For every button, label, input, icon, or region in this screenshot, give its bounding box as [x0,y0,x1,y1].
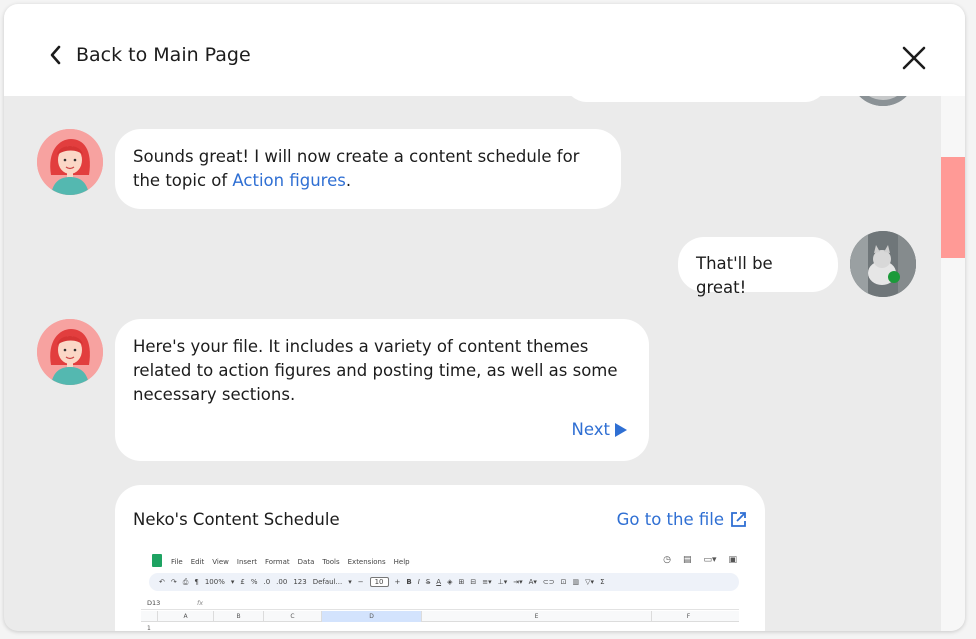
font-size-input: 10 [369,577,389,587]
chat-thread[interactable]: Sounds great! I will now create a conten… [4,96,941,631]
topic-link[interactable]: Action figures [232,171,345,190]
sheet-menu-bar: File Edit View Insert Format Data Tools … [141,553,739,569]
strikethrough-icon: S̶ [425,578,431,586]
formula-bar: D13 fx [141,597,739,610]
plus-icon: + [394,578,401,586]
sheet-menu-item: View [212,558,229,566]
cat-photo-icon [850,96,916,106]
sheet-menu-item: Insert [236,558,257,566]
previous-user-bubble [564,96,828,102]
column-header: E [421,611,651,622]
sheets-logo-icon [152,554,162,567]
rotate-icon: A▾ [528,578,537,586]
merge-icon: ⊟ [470,578,477,586]
number-format: 123 [293,578,307,586]
column-headers: A B C D E F [141,611,739,622]
file-card: Neko's Content Schedule Go to the file F… [115,485,765,631]
header: Back to Main Page [4,4,965,96]
fx-label: fx [197,599,204,607]
user-message-text: That'll be great! [696,254,773,297]
currency-format: £ [240,578,245,586]
file-title: Neko's Content Schedule [133,510,340,529]
scrollbar-thumb[interactable] [941,157,965,258]
user-message-bubble: That'll be great! [678,237,838,297]
play-right-icon [615,422,627,437]
sheet-menu-item: Data [297,558,315,566]
next-label: Next [571,420,610,439]
video-call-icon: ▭▾ [703,555,717,565]
column-header: A [157,611,213,622]
sheet-menu-item: Extensions [347,558,386,566]
dropdown-caret-icon: ▾ [348,578,352,586]
increase-decimal: .00 [276,578,288,586]
back-to-main-button[interactable]: Back to Main Page [48,44,251,66]
percent-format: % [250,578,258,586]
close-icon[interactable] [900,44,928,72]
borders-icon: ⊞ [458,578,465,586]
text-color-icon: A [436,578,442,586]
cell-reference: D13 [147,599,161,607]
bot-file-message-bubble: Here's your file. It includes a variety … [115,319,649,461]
sheet-toolbar: ↶ ↷ ⎙ ¶ 100% ▾ £ % .0 .00 123 Defaul... … [149,573,739,591]
sheet-menu-item: Help [393,558,410,566]
font-select: Defaul... [312,578,343,586]
comment-icon: ▤ [682,555,692,565]
paint-format-icon: ¶ [194,578,199,586]
column-header: C [263,611,321,622]
assistant-girl-icon [37,319,103,385]
undo-icon: ↶ [159,578,165,586]
column-header: F [651,611,725,622]
chart-icon: ▥ [572,578,580,586]
user-avatar [850,231,916,297]
bot-message-text: Sounds great! I will now create a conten… [133,147,580,190]
bot-message-text: Here's your file. It includes a variety … [133,337,618,404]
assistant-girl-icon [37,129,103,195]
chat-scrollbar[interactable] [941,96,965,631]
bot-avatar [37,129,103,195]
row-header: 1 [147,625,151,631]
go-to-file-link[interactable]: Go to the file [617,510,747,529]
back-label: Back to Main Page [76,44,251,66]
filter-icon: ▽▾ [585,578,595,586]
italic-icon: I [417,578,420,586]
column-header: D [321,611,421,622]
sheet-menu-item: Tools [322,558,340,566]
bold-icon: B [406,578,412,586]
valign-icon: ⊥▾ [497,578,508,586]
zoom-select: 100% [204,578,225,586]
dropdown-caret-icon: ▾ [230,578,235,586]
bot-message-bubble: Sounds great! I will now create a conten… [115,129,621,209]
user-avatar [850,96,916,106]
bot-avatar [37,319,103,385]
comment-icon: ⊡ [560,578,567,586]
share-icon: ▣ [728,555,737,565]
fill-color-icon: ◈ [447,578,453,586]
link-icon: ⊂⊃ [542,578,555,586]
cat-photo-icon [850,231,916,297]
print-icon: ⎙ [182,577,189,586]
redo-icon: ↷ [170,578,177,586]
align-icon: ≡▾ [482,578,492,586]
functions-icon: Σ [600,578,605,586]
chat-window: Back to Main Page Sounds great! I will n… [4,4,965,631]
sheet-menu-item: Edit [190,558,205,566]
sheet-menu-item: File [171,558,183,566]
decrease-decimal: .0 [263,578,271,586]
chevron-left-icon [50,45,61,65]
wrap-icon: ⇥▾ [513,578,523,586]
history-icon: ◷ [663,555,671,565]
sheet-menu-item: Format [264,558,290,566]
go-to-file-label: Go to the file [616,510,724,529]
spreadsheet-preview[interactable]: File Edit View Insert Format Data Tools … [141,553,739,631]
minus-icon: − [357,578,364,586]
external-link-icon [731,512,746,527]
next-button[interactable]: Next [572,420,627,439]
column-header: B [213,611,263,622]
